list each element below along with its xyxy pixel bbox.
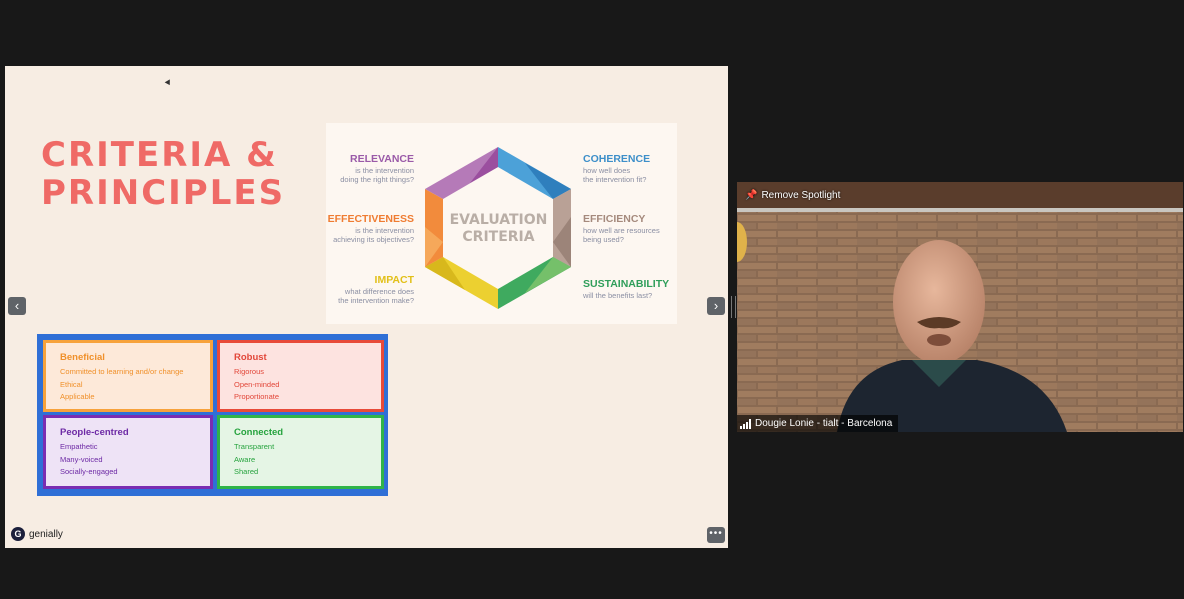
criterion-heading: SUSTAINABILITY <box>583 278 670 290</box>
principle-connected: Connected Transparent Aware Shared <box>217 415 384 489</box>
criterion-heading: EFFICIENCY <box>583 213 646 225</box>
principle-item: Shared <box>234 467 259 476</box>
criterion-text-1: is the intervention <box>355 166 414 175</box>
slide-title: CRITERIA & PRINCIPLES <box>41 136 301 212</box>
previous-slide-button[interactable]: ‹ <box>8 297 26 315</box>
criterion-heading: EFFECTIVENESS <box>327 213 414 225</box>
criterion-heading: IMPACT <box>374 274 414 286</box>
criterion-text-2: achieving its objectives? <box>333 235 414 244</box>
principle-item: Committed to learning and/or change <box>60 367 184 376</box>
more-options-button[interactable]: ••• <box>707 527 725 543</box>
hexagon-center-line-1: EVALUATION <box>449 212 548 228</box>
criterion-relevance: RELEVANCE is the intervention doing the … <box>294 153 414 184</box>
chevron-left-icon: ‹ <box>14 298 20 313</box>
hexagon-center-line-2: CRITERIA <box>462 229 535 245</box>
criterion-sustainability: SUSTAINABILITY will the benefits last? <box>583 278 693 300</box>
principles-grid: Beneficial Committed to learning and/or … <box>37 334 388 496</box>
criterion-heading: RELEVANCE <box>350 153 414 165</box>
criterion-text-2: doing the right things? <box>340 175 414 184</box>
remove-spotlight-button[interactable]: 📌 Remove Spotlight <box>745 190 840 201</box>
criterion-text-1: how well does <box>583 166 631 175</box>
ellipsis-icon: ••• <box>709 528 723 539</box>
slide-title-line-1: CRITERIA & <box>41 135 278 175</box>
remove-spotlight-label: Remove Spotlight <box>761 190 841 201</box>
principle-heading: Beneficial <box>60 352 105 363</box>
criterion-text-1: what difference does <box>344 287 414 296</box>
criterion-text-1: is the intervention <box>355 226 414 235</box>
principle-item: Rigorous <box>234 367 265 376</box>
principle-beneficial: Beneficial Committed to learning and/or … <box>43 340 213 412</box>
panel-resize-handle[interactable] <box>731 296 736 318</box>
principle-item: Ethical <box>60 379 83 389</box>
pin-icon: 📌 <box>745 190 758 201</box>
criterion-effectiveness: EFFECTIVENESS is the intervention achiev… <box>294 213 414 244</box>
genially-logo[interactable]: G genially <box>11 527 63 541</box>
participant-video[interactable]: 📌 Remove Spotlight Dougie Lonie - tialt … <box>737 182 1183 432</box>
next-slide-button[interactable]: › <box>707 297 725 315</box>
principle-heading: Robust <box>234 352 267 363</box>
principle-item: Transparent <box>234 442 275 451</box>
principle-item: Socially-engaged <box>60 467 118 476</box>
criterion-text-2: the intervention make? <box>338 296 414 305</box>
hexagon-center-label: EVALUATION CRITERIA <box>449 212 548 246</box>
criterion-efficiency: EFFICIENCY how well are resources being … <box>583 213 693 244</box>
principle-item: Open-minded <box>234 379 280 389</box>
genially-logo-icon: G <box>11 527 25 541</box>
principle-item: Applicable <box>60 392 95 401</box>
slide-title-line-2: PRINCIPLES <box>41 173 286 213</box>
criterion-text-1: will the benefits last? <box>583 291 653 300</box>
principle-heading: Connected <box>234 427 284 438</box>
presentation-slide: CRITERIA & PRINCIPLES EVALUATION CRITERI… <box>5 66 728 548</box>
participant-name-tag: Dougie Lonie - tialt - Barcelona <box>737 415 899 432</box>
criterion-text-2: being used? <box>583 235 624 244</box>
principle-heading: People-centred <box>60 427 129 438</box>
principle-people-centred: People-centred Empathetic Many-voiced So… <box>43 415 213 489</box>
principle-robust: Robust Rigorous Open-minded Proportionat… <box>217 340 384 412</box>
evaluation-criteria-graphic: EVALUATION CRITERIA RELEVANCE is the int… <box>326 123 677 324</box>
signal-bars-icon <box>740 418 751 429</box>
mouse-cursor-icon <box>164 79 173 87</box>
brand-name: genially <box>29 528 63 540</box>
criterion-text-2: the intervention fit? <box>583 175 647 184</box>
principle-item: Many-voiced <box>60 454 103 464</box>
principle-item: Empathetic <box>60 442 98 451</box>
criterion-heading: COHERENCE <box>583 153 651 165</box>
principle-item: Proportionate <box>234 392 280 401</box>
participant-name: Dougie Lonie - tialt - Barcelona <box>755 418 893 429</box>
criterion-coherence: COHERENCE how well does the intervention… <box>583 153 693 184</box>
criterion-impact: IMPACT what difference does the interven… <box>294 274 414 305</box>
video-feed <box>737 182 1183 432</box>
principle-item: Aware <box>234 454 256 464</box>
criterion-text-1: how well are resources <box>583 226 660 235</box>
chevron-right-icon: › <box>713 298 719 313</box>
